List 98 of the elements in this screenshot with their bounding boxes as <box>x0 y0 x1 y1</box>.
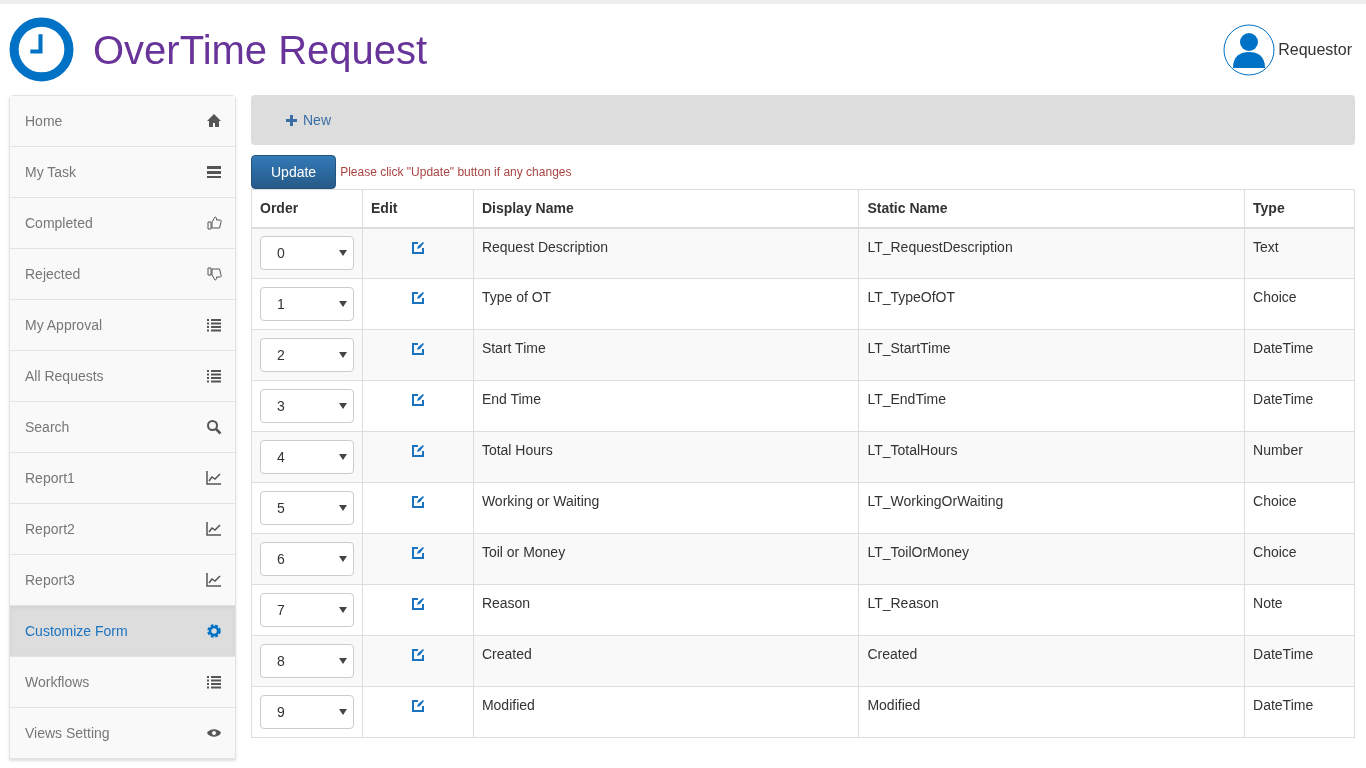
column-header: Edit <box>362 189 474 228</box>
table-cell: Reason <box>473 584 859 636</box>
edit-icon[interactable] <box>410 648 425 663</box>
order-dropdown[interactable]: 9 <box>260 695 354 729</box>
line-chart-icon <box>206 470 222 486</box>
thumbs-up-icon <box>206 215 222 231</box>
table-cell: DateTime <box>1244 635 1355 687</box>
sidebar-item[interactable]: Workflows <box>10 657 235 708</box>
column-header: Order <box>251 189 363 228</box>
sidebar-item[interactable]: Report1 <box>10 453 235 504</box>
sidebar-item[interactable]: Report3 <box>10 555 235 606</box>
list-icon <box>206 674 222 690</box>
table-cell: End Time <box>473 380 859 432</box>
order-dropdown[interactable]: 4 <box>260 440 354 474</box>
new-button[interactable]: New <box>285 109 331 131</box>
table-cell: Type of OT <box>473 278 859 330</box>
column-header: Type <box>1244 189 1355 228</box>
table-cell: LT_ToilOrMoney <box>858 533 1245 585</box>
edit-icon[interactable] <box>410 240 425 255</box>
app-title: OverTime Request <box>93 29 428 70</box>
table-cell: DateTime <box>1244 380 1355 432</box>
table-cell: Start Time <box>473 329 859 381</box>
edit-icon[interactable] <box>410 546 425 561</box>
edit-icon[interactable] <box>410 699 425 714</box>
edit-icon[interactable] <box>410 495 425 510</box>
table-cell: Choice <box>1244 482 1355 534</box>
order-dropdown[interactable]: 0 <box>260 236 354 271</box>
edit-icon[interactable] <box>410 444 425 459</box>
table-cell: Modified <box>473 686 859 738</box>
order-dropdown[interactable]: 6 <box>260 542 354 576</box>
order-dropdown[interactable]: 7 <box>260 593 354 627</box>
list-icon <box>206 368 222 384</box>
table-cell: Choice <box>1244 533 1355 585</box>
line-chart-icon <box>206 521 222 537</box>
table-cell: LT_StartTime <box>858 329 1245 381</box>
sidebar-item[interactable]: My Approval <box>10 300 235 351</box>
edit-icon[interactable] <box>410 393 425 408</box>
caret-icon <box>339 556 347 562</box>
table-cell: Text <box>1244 227 1355 279</box>
table-cell: DateTime <box>1244 686 1355 738</box>
caret-icon <box>339 301 347 307</box>
clock-logo-icon <box>9 17 74 82</box>
sidebar-item[interactable]: Home <box>10 96 235 147</box>
table-cell: LT_TypeOfOT <box>858 278 1245 330</box>
sidebar-item[interactable]: Search <box>10 402 235 453</box>
caret-icon <box>339 454 347 460</box>
table-cell: Working or Waiting <box>473 482 859 534</box>
order-dropdown[interactable]: 3 <box>260 389 354 423</box>
table-cell: DateTime <box>1244 329 1355 381</box>
user-name[interactable]: Requestor <box>1278 37 1352 62</box>
sidebar-item[interactable]: Report2 <box>10 504 235 555</box>
table-cell: Choice <box>1244 278 1355 330</box>
order-dropdown[interactable]: 5 <box>260 491 354 525</box>
table-cell: Number <box>1244 431 1355 483</box>
table-cell: LT_Reason <box>858 584 1245 636</box>
sidebar-item[interactable]: Customize Form <box>10 606 235 657</box>
server-icon <box>206 164 222 180</box>
caret-icon <box>339 607 347 613</box>
plus-icon <box>285 113 298 127</box>
table-cell: Total Hours <box>473 431 859 483</box>
order-dropdown[interactable]: 2 <box>260 338 354 372</box>
table-cell: LT_EndTime <box>858 380 1245 432</box>
column-header: Static Name <box>858 189 1245 228</box>
edit-icon[interactable] <box>410 597 425 612</box>
sidebar-item[interactable]: Rejected <box>10 249 235 300</box>
table-cell: Request Description <box>473 227 859 279</box>
sidebar-item[interactable]: Views Setting <box>10 708 235 759</box>
table-cell: LT_RequestDescription <box>858 227 1245 279</box>
line-chart-icon <box>206 572 222 588</box>
list-icon <box>206 317 222 333</box>
search-icon <box>206 419 222 435</box>
settings-icon <box>206 623 222 639</box>
table-cell: LT_TotalHours <box>858 431 1245 483</box>
table-cell: Created <box>473 635 859 687</box>
caret-icon <box>339 709 347 715</box>
table-cell: LT_WorkingOrWaiting <box>858 482 1245 534</box>
update-button[interactable]: Update <box>251 155 337 189</box>
table-cell: Modified <box>858 686 1245 738</box>
edit-icon[interactable] <box>410 291 425 306</box>
column-header: Display Name <box>473 189 859 228</box>
sidebar-item[interactable]: All Requests <box>10 351 235 402</box>
order-dropdown[interactable]: 8 <box>260 644 354 678</box>
caret-icon <box>339 505 347 511</box>
home-icon <box>206 113 222 129</box>
update-hint: Please click "Update" button if any changes <box>340 164 572 181</box>
thumbs-down-icon <box>206 266 222 282</box>
edit-icon[interactable] <box>410 342 425 357</box>
table-cell: Created <box>858 635 1245 687</box>
sidebar-item[interactable]: My Task <box>10 147 235 198</box>
caret-icon <box>339 658 347 664</box>
caret-icon <box>339 250 347 257</box>
order-dropdown[interactable]: 1 <box>260 287 354 321</box>
table-cell: Note <box>1244 584 1355 636</box>
caret-icon <box>339 403 347 409</box>
sidebar-item[interactable]: Completed <box>10 198 235 249</box>
table-cell: Toil or Money <box>473 533 859 585</box>
user-avatar-icon[interactable] <box>1223 23 1276 76</box>
caret-icon <box>339 352 347 358</box>
